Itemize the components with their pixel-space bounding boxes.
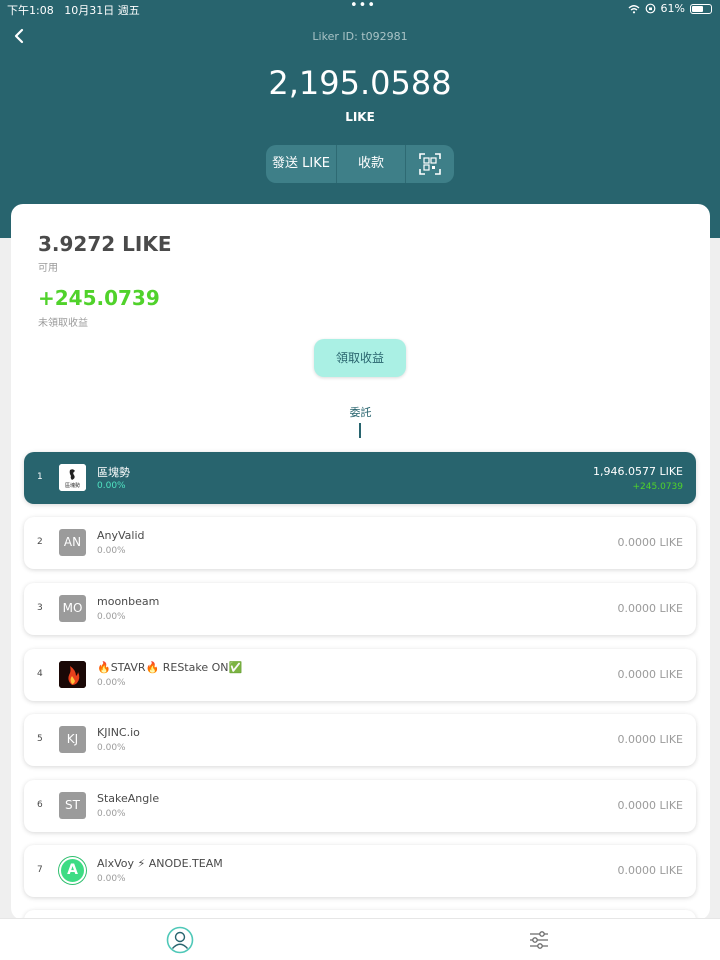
validator-reward: +245.0739 [632, 482, 683, 492]
validator-rank: 1 [37, 472, 43, 482]
validator-name: AnyValid [97, 529, 145, 542]
validator-avatar: KJ [59, 726, 86, 753]
available-label: 可用 [38, 263, 58, 274]
validator-row[interactable]: 5 KJ KJINC.io 0.00% 0.0000 LIKE [24, 714, 696, 766]
validator-amount: 0.0000 LIKE [617, 602, 683, 615]
validator-avatar [59, 661, 86, 688]
balance-unit: LIKE [345, 110, 375, 124]
validator-percent: 0.00% [97, 743, 126, 753]
scan-button[interactable] [406, 145, 454, 183]
multitask-dots[interactable]: ••• [350, 0, 376, 13]
validator-name: 區塊勢 [97, 466, 130, 479]
validator-percent: 0.00% [97, 481, 126, 491]
validator-amount: 1,946.0577 LIKE [592, 465, 683, 478]
validator-amount: 0.0000 LIKE [617, 668, 683, 681]
validator-name: KJINC.io [97, 726, 140, 739]
battery-percent: 61% [660, 2, 685, 15]
validator-percent: 0.00% [97, 546, 126, 556]
validator-percent: 0.00% [97, 809, 126, 819]
block-trend-logo-text: 區塊勢 [65, 482, 80, 489]
sliders-icon[interactable] [528, 929, 550, 951]
validator-row[interactable]: 7 A AlxVoy ⚡ ANODE.TEAM 0.00% 0.0000 LIK… [24, 845, 696, 897]
wifi-icon [628, 4, 640, 13]
validator-rank: 2 [37, 537, 43, 547]
tab-delegation[interactable]: 委託 [11, 404, 710, 420]
send-like-button[interactable]: 發送 LIKE [266, 145, 336, 183]
pending-reward-label: 未領取收益 [38, 318, 88, 329]
validator-rank: 3 [37, 603, 43, 613]
validator-row[interactable]: 4 🔥STAVR🔥 REStake ON✅ 0.00% 0.0000 LIKE [24, 649, 696, 701]
block-trend-logo-icon: 區塊勢 [59, 464, 86, 491]
validator-row[interactable]: 1 區塊勢 區塊勢 0.00% 1,946.0577 LIKE +245.073… [24, 452, 696, 504]
battery-fill [692, 5, 703, 12]
user-circle-icon[interactable] [166, 926, 194, 954]
validator-avatar: ST [59, 792, 86, 819]
validator-percent: 0.00% [97, 678, 126, 688]
validator-name: moonbeam [97, 595, 160, 608]
available-balance: 3.9272 LIKE [38, 232, 172, 256]
status-right: 61% [628, 2, 712, 15]
liker-id: Liker ID: t092981 [312, 30, 408, 43]
validator-name: StakeAngle [97, 792, 160, 805]
claim-reward-button[interactable]: 領取收益 [314, 339, 406, 377]
validator-row[interactable]: 2 AN AnyValid 0.00% 0.0000 LIKE [24, 517, 696, 569]
validator-row[interactable]: 6 ST StakeAngle 0.00% 0.0000 LIKE [24, 780, 696, 832]
validator-avatar: 區塊勢 [59, 464, 86, 491]
validator-row[interactable]: 3 MO moonbeam 0.00% 0.0000 LIKE [24, 583, 696, 635]
bottom-tab-bar [0, 918, 720, 960]
wallet-actions: 發送 LIKE 收款 [266, 145, 454, 183]
validator-percent: 0.00% [97, 612, 126, 622]
validator-amount: 0.0000 LIKE [617, 536, 683, 549]
validator-percent: 0.00% [97, 874, 126, 884]
fire-avatar-icon [59, 661, 86, 688]
validator-amount: 0.0000 LIKE [617, 733, 683, 746]
pending-reward: +245.0739 [38, 286, 160, 310]
status-time: 下午1:08 10月31日 週五 [7, 4, 140, 17]
wallet-card: 3.9272 LIKE 可用 +245.0739 未領取收益 領取收益 委託 1… [11, 204, 710, 920]
validator-amount: 0.0000 LIKE [617, 864, 683, 877]
orientation-lock-icon [645, 3, 655, 14]
wallet-header: 下午1:08 10月31日 週五 ••• 61% Liker ID: t0929… [0, 0, 720, 238]
validator-name: 🔥STAVR🔥 REStake ON✅ [97, 661, 243, 674]
status-bar: 下午1:08 10月31日 週五 ••• 61% [0, 0, 720, 18]
validator-rank: 6 [37, 800, 43, 810]
validator-avatar: MO [59, 595, 86, 622]
validator-avatar: A [59, 857, 86, 884]
total-balance: 2,195.0588 [268, 64, 452, 102]
receive-button[interactable]: 收款 [336, 145, 406, 183]
validator-avatar: AN [59, 529, 86, 556]
validator-rank: 4 [37, 669, 43, 679]
battery-icon [690, 3, 712, 14]
validator-rank: 5 [37, 734, 43, 744]
validator-amount: 0.0000 LIKE [617, 799, 683, 812]
validator-name: AlxVoy ⚡ ANODE.TEAM [97, 857, 223, 870]
qr-scan-icon [419, 153, 441, 175]
tab-indicator [359, 423, 361, 438]
validator-rank: 7 [37, 865, 43, 875]
